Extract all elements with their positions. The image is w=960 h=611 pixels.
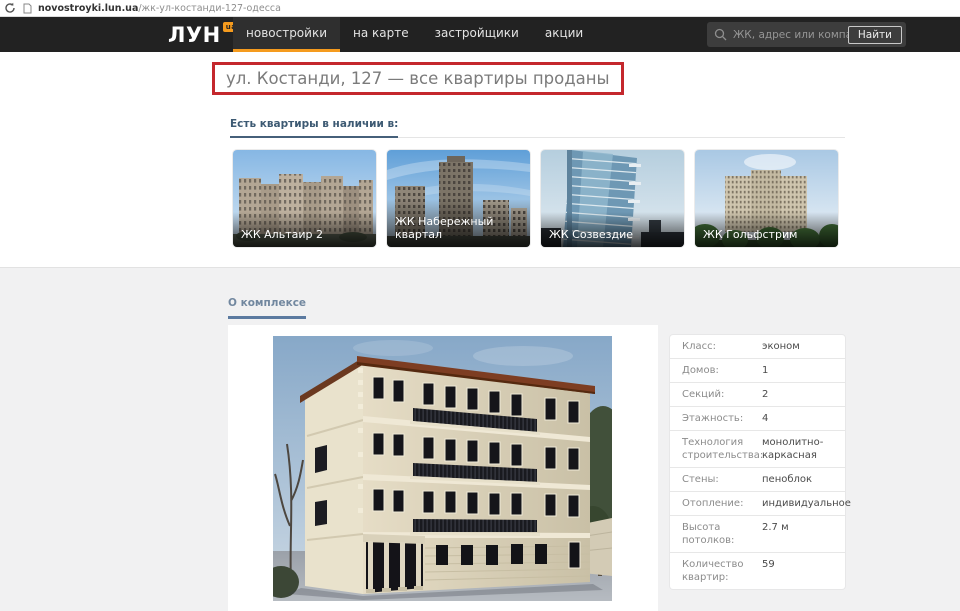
- complex-card-label: ЖК Набережный квартал: [387, 199, 530, 247]
- logo[interactable]: ЛУН ua: [168, 17, 239, 52]
- reload-icon[interactable]: [4, 2, 16, 14]
- red-annotation-box: ул. Костанди, 127 — все квартиры проданы: [212, 62, 624, 95]
- section-available: ул. Костанди, 127 — все квартиры проданы…: [0, 52, 960, 268]
- complex-cards: ЖК Альтаир 2: [233, 150, 838, 247]
- url-path: /жк-ул-костанди-127-одесса: [138, 3, 281, 14]
- complex-card-label: ЖК Альтаир 2: [233, 212, 376, 247]
- page-icon: [23, 3, 32, 14]
- nav-item-na-karte[interactable]: на карте: [340, 17, 422, 52]
- detail-row-sections: Секций: 2: [670, 383, 845, 407]
- url-domain: novostroyki.lun.ua: [38, 3, 138, 14]
- complex-card-naberezhny[interactable]: ЖК Набережный квартал: [387, 150, 530, 247]
- available-heading: Есть квартиры в наличии в:: [230, 118, 398, 138]
- nav-item-akcii[interactable]: акции: [532, 17, 596, 52]
- complex-details-card: Класс: эконом Домов: 1 Секций: 2 Этажнос…: [670, 335, 845, 589]
- tab-about-complex[interactable]: О комплексе: [228, 297, 306, 319]
- complex-card-label: ЖК Созвездие: [541, 212, 684, 247]
- search-box: Найти: [707, 22, 906, 47]
- detail-row-houses: Домов: 1: [670, 359, 845, 383]
- search-input[interactable]: [733, 29, 848, 41]
- page-title: ул. Костанди, 127 — все квартиры проданы: [226, 69, 610, 88]
- detail-row-technology: Технология строительства: монолитно-карк…: [670, 431, 845, 468]
- detail-row-heating: Отопление: индивидуальное: [670, 492, 845, 516]
- screen: novostroyki.lun.ua/жк-ул-костанди-127-од…: [0, 0, 960, 611]
- nav-item-novostroyki[interactable]: новостройки: [233, 17, 340, 52]
- detail-row-apartments-count: Количество квартир: 59: [670, 553, 845, 589]
- building-render-image: [273, 336, 612, 601]
- section-about: О комплексе: [0, 268, 960, 611]
- browser-bar: novostroyki.lun.ua/жк-ул-костанди-127-од…: [0, 0, 960, 17]
- complex-card-label: ЖК Гольфстрим: [695, 212, 838, 247]
- nav-item-zastroyshchiki[interactable]: застройщики: [422, 17, 532, 52]
- building-render-panel: [228, 325, 658, 611]
- main-menu: новостройки на карте застройщики акции: [233, 17, 596, 52]
- detail-row-class: Класс: эконом: [670, 335, 845, 359]
- search-button[interactable]: Найти: [848, 26, 902, 44]
- logo-text: ЛУН: [168, 23, 221, 47]
- url-text[interactable]: novostroyki.lun.ua/жк-ул-костанди-127-од…: [38, 3, 281, 14]
- top-navbar: ЛУН ua новостройки на карте застройщики …: [0, 17, 960, 52]
- search-icon: [714, 28, 727, 41]
- detail-row-ceiling-height: Высота потолков: 2.7 м: [670, 516, 845, 553]
- complex-card-altair[interactable]: ЖК Альтаир 2: [233, 150, 376, 247]
- detail-row-floors: Этажность: 4: [670, 407, 845, 431]
- detail-row-walls: Стены: пеноблок: [670, 468, 845, 492]
- complex-card-golfstrim[interactable]: ЖК Гольфстрим: [695, 150, 838, 247]
- complex-card-sozvezdie[interactable]: ЖК Созвездие: [541, 150, 684, 247]
